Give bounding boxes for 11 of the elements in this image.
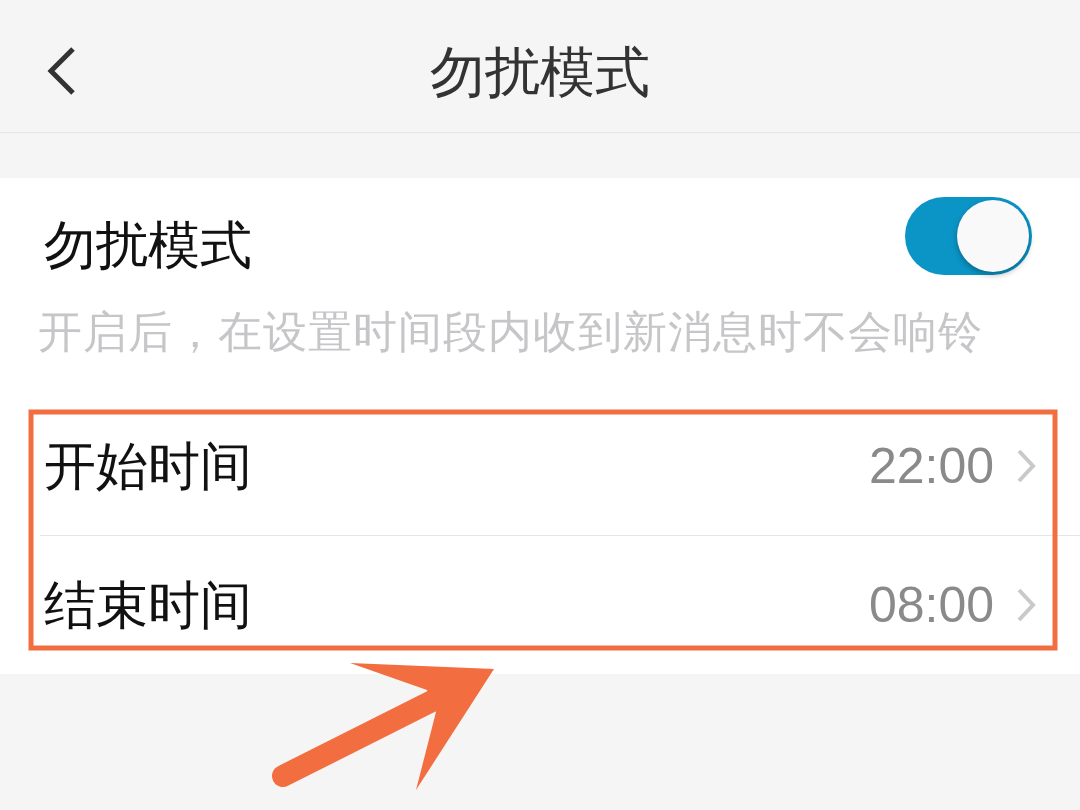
time-value[interactable]: 22:00 <box>868 437 994 495</box>
time-label: 结束时间 <box>44 574 252 636</box>
time-label: 开始时间 <box>44 435 252 497</box>
time-value[interactable]: 08:00 <box>868 576 994 634</box>
chevron-right-icon <box>1016 448 1036 484</box>
setting-description: 开启后，在设置时间段内收到新消息时不会响铃 <box>38 308 983 356</box>
setting-label: 勿扰模式 <box>44 214 252 276</box>
back-icon <box>46 46 76 96</box>
toggle-switch[interactable] <box>905 197 1032 275</box>
page-title: 勿扰模式 <box>430 40 650 104</box>
chevron-right-icon <box>1016 587 1036 623</box>
